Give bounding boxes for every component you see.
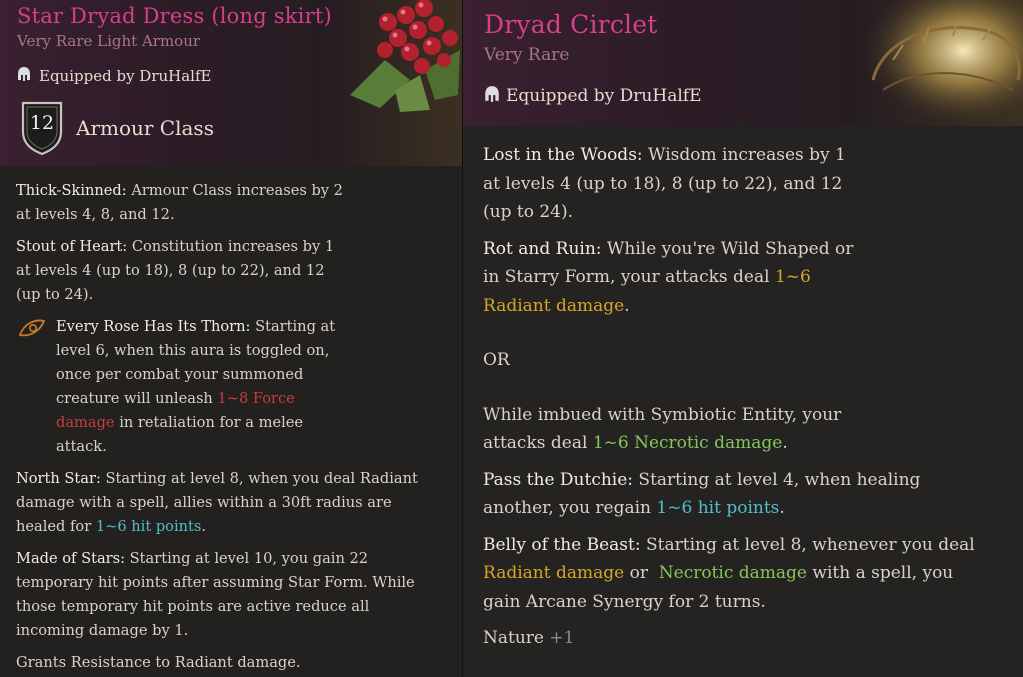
or-separator: OR [483, 350, 510, 370]
property-resistance: Grants Resistance to Radiant damage. [16, 654, 301, 671]
property-symbiotic: While imbued with Symbiotic Entity, your… [483, 404, 842, 454]
item-art-berries [350, 0, 460, 112]
property-thick-skinned: Thick-Skinned: Armour Class increases by… [16, 182, 343, 223]
property-list: Thick-Skinned: Armour Class increases by… [16, 179, 456, 677]
ac-value: 12 [29, 112, 55, 134]
shield-icon: 12 [20, 100, 64, 156]
equipped-label: Equipped by DruHalfE [39, 67, 212, 85]
property-north-star: North Star: Starting at level 8, when yo… [16, 470, 418, 535]
armour-class: 12 Armour Class [20, 100, 214, 156]
property-list: Lost in the Woods: Wisdom increases by 1… [483, 141, 1013, 661]
property-made-of-stars: Made of Stars: Starting at level 10, you… [16, 550, 415, 639]
property-every-rose: Every Rose Has Its Thorn: Starting at le… [16, 315, 456, 459]
skill-bonus: Nature +1 [483, 624, 1013, 653]
equipped-by: Equipped by DruHalfE [17, 66, 212, 86]
property-belly-of-the-beast: Belly of the Beast: Starting at level 8,… [483, 534, 975, 612]
skill-bonus-value: +1 [549, 628, 575, 648]
item-tooltip-dress: Star Dryad Dress (long skirt) Very Rare … [0, 0, 463, 677]
property-lost-in-the-woods: Lost in the Woods: Wisdom increases by 1… [483, 145, 846, 222]
item-rarity: Very Rare [484, 45, 570, 65]
item-title: Star Dryad Dress (long skirt) [17, 4, 332, 28]
item-tooltip-circlet: Dryad Circlet Very Rare Equipped by DruH… [463, 0, 1023, 677]
property-pass-the-dutchie: Pass the Dutchie: Starting at level 4, w… [483, 469, 921, 519]
item-art-circlet [853, 0, 1023, 126]
helmet-icon [484, 85, 499, 107]
property-stout-of-heart: Stout of Heart: Constitution increases b… [16, 238, 335, 303]
helmet-icon [17, 66, 31, 86]
equipped-by: Equipped by DruHalfE [484, 85, 701, 107]
skill-name: Nature [483, 628, 544, 648]
tooltip-header: Dryad Circlet Very Rare Equipped by DruH… [463, 0, 1023, 136]
item-rarity: Very Rare Light Armour [17, 32, 201, 50]
aura-eye-icon [18, 317, 46, 349]
equipped-label: Equipped by DruHalfE [506, 86, 702, 106]
item-title: Dryad Circlet [484, 10, 658, 39]
property-rot-and-ruin: Rot and Ruin: While you're Wild Shaped o… [483, 238, 854, 316]
ac-label: Armour Class [76, 116, 214, 140]
tooltip-header: Star Dryad Dress (long skirt) Very Rare … [0, 0, 463, 176]
